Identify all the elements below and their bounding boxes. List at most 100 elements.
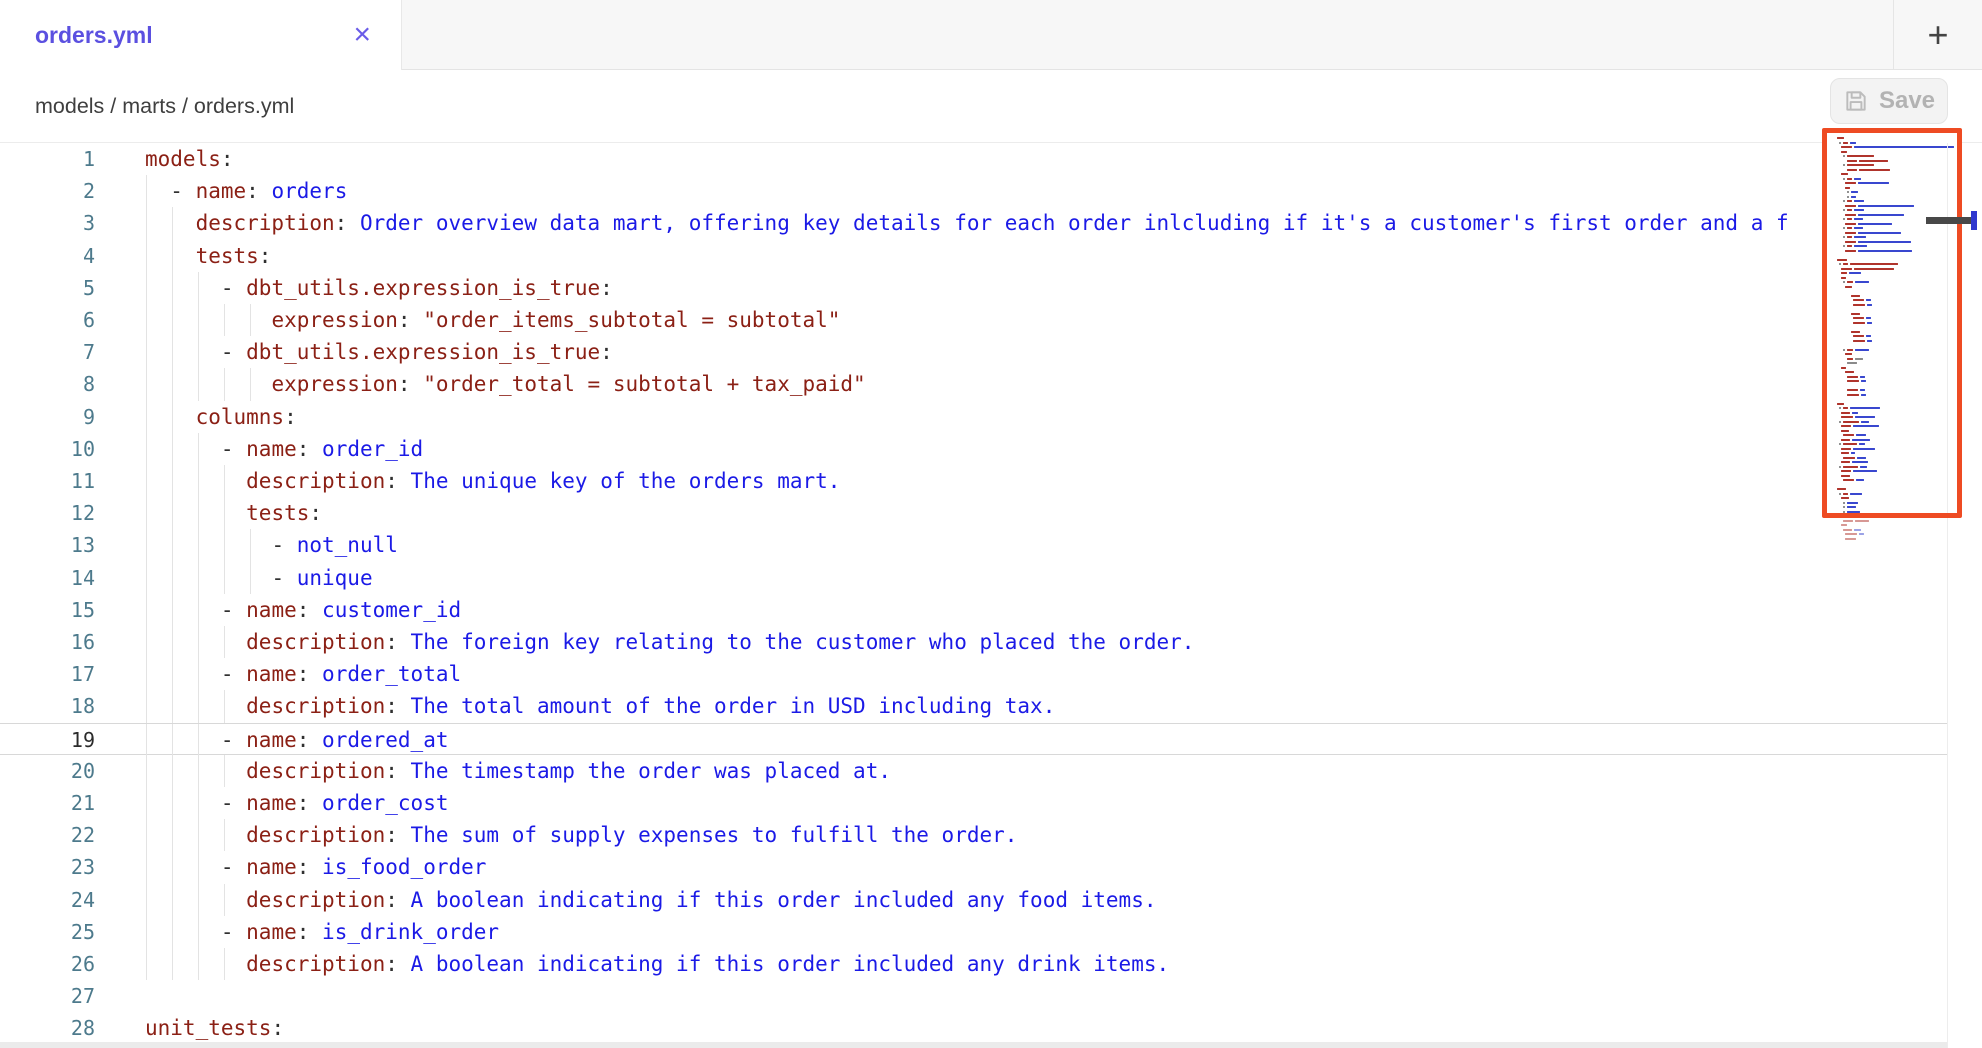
plus-icon: +: [1927, 14, 1948, 56]
code-line[interactable]: 17 - name: order_total: [0, 658, 1947, 690]
file-header-row: models / marts / orders.yml Save: [0, 70, 1982, 143]
new-tab-button[interactable]: +: [1910, 14, 1966, 56]
code-line[interactable]: 1 models:: [0, 143, 1947, 175]
code-line[interactable]: 12 tests:: [0, 497, 1947, 529]
code-line[interactable]: 7 - dbt_utils.expression_is_true:: [0, 336, 1947, 368]
code-line-text: - dbt_utils.expression_is_true:: [145, 336, 613, 368]
breadcrumb: models / marts / orders.yml: [35, 70, 294, 142]
code-line-text: description: A boolean indicating if thi…: [145, 948, 1169, 980]
line-number: 16: [0, 626, 95, 658]
code-line-text: description: A boolean indicating if thi…: [145, 884, 1157, 916]
minimap-line: [1845, 533, 1864, 535]
code-line[interactable]: 24 description: A boolean indicating if …: [0, 884, 1947, 916]
line-number: 17: [0, 658, 95, 690]
cursor-position-marker: [1926, 217, 1972, 224]
code-line[interactable]: 16 description: The foreign key relating…: [0, 626, 1947, 658]
code-line-text: - dbt_utils.expression_is_true:: [145, 272, 613, 304]
code-line[interactable]: 26 description: A boolean indicating if …: [0, 948, 1947, 980]
line-number: 5: [0, 272, 95, 304]
line-number: 25: [0, 916, 95, 948]
code-line[interactable]: 13 - not_null: [0, 529, 1947, 561]
line-number: 22: [0, 819, 95, 851]
horizontal-scrollbar[interactable]: [0, 1042, 1947, 1048]
line-number: 2: [0, 175, 95, 207]
code-line-text: columns:: [145, 401, 297, 433]
save-button[interactable]: Save: [1830, 78, 1948, 124]
line-number: 8: [0, 368, 95, 400]
code-line-text: tests:: [145, 497, 322, 529]
floppy-disk-icon: [1843, 88, 1869, 114]
code-line-text: - name: customer_id: [145, 594, 461, 626]
code-line-text: - not_null: [145, 529, 398, 561]
code-line[interactable]: 22 description: The sum of supply expens…: [0, 819, 1947, 851]
code-line-text: description: The foreign key relating to…: [145, 626, 1194, 658]
ide-window: orders.yml × + models / marts / orders.y…: [0, 0, 1982, 1048]
line-number: 20: [0, 755, 95, 787]
cursor-position-tick: [1971, 211, 1977, 230]
code-line-text: tests:: [145, 240, 271, 272]
line-number: 12: [0, 497, 95, 529]
minimap-line: [1845, 538, 1856, 540]
save-button-label: Save: [1879, 87, 1935, 115]
code-line[interactable]: 4 tests:: [0, 240, 1947, 272]
code-line-text: - name: order_id: [145, 433, 423, 465]
code-line[interactable]: 3 description: Order overview data mart,…: [0, 207, 1947, 239]
line-number: 3: [0, 207, 95, 239]
code-line[interactable]: 11 description: The unique key of the or…: [0, 465, 1947, 497]
code-line-text: description: The sum of supply expenses …: [145, 819, 1017, 851]
code-line-text: unit_tests:: [145, 1012, 284, 1044]
line-number: 18: [0, 690, 95, 722]
line-number: 26: [0, 948, 95, 980]
line-number: 4: [0, 240, 95, 272]
line-number: 23: [0, 851, 95, 883]
code-line-text: - name: is_drink_order: [145, 916, 499, 948]
code-line[interactable]: 27: [0, 980, 1947, 1012]
line-number: 21: [0, 787, 95, 819]
line-number: 1: [0, 143, 95, 175]
code-line-text: description: The timestamp the order was…: [145, 755, 891, 787]
minimap-line: [1843, 520, 1869, 522]
line-number: 27: [0, 980, 95, 1012]
code-line[interactable]: 23 - name: is_food_order: [0, 851, 1947, 883]
code-line[interactable]: 28 unit_tests:: [0, 1012, 1947, 1044]
code-line[interactable]: 18 description: The total amount of the …: [0, 690, 1947, 722]
code-line[interactable]: 15 - name: customer_id: [0, 594, 1947, 626]
code-line[interactable]: 10 - name: order_id: [0, 433, 1947, 465]
code-line-text: description: The total amount of the ord…: [145, 690, 1055, 722]
code-line-text: expression: "order_items_subtotal = subt…: [145, 304, 840, 336]
close-tab-icon[interactable]: ×: [353, 20, 371, 50]
line-number: 13: [0, 529, 95, 561]
minimap-line: [1841, 524, 1847, 526]
code-line[interactable]: 14 - unique: [0, 562, 1947, 594]
code-line[interactable]: 6 expression: "order_items_subtotal = su…: [0, 304, 1947, 336]
code-line-text: - name: is_food_order: [145, 851, 486, 883]
line-number: 19: [0, 724, 95, 756]
line-number: 9: [0, 401, 95, 433]
tab-bar: orders.yml × +: [0, 0, 1982, 70]
code-line-text: - name: order_cost: [145, 787, 448, 819]
tab-title: orders.yml: [35, 22, 153, 49]
minimap-line: [1843, 529, 1861, 531]
code-line[interactable]: 20 description: The timestamp the order …: [0, 755, 1947, 787]
line-number: 24: [0, 884, 95, 916]
code-line[interactable]: 9 columns:: [0, 401, 1947, 433]
code-line-text: - unique: [145, 562, 373, 594]
code-line-text: description: The unique key of the order…: [145, 465, 840, 497]
line-number: 7: [0, 336, 95, 368]
tab-orders-yml[interactable]: orders.yml ×: [0, 0, 402, 70]
line-number: 6: [0, 304, 95, 336]
code-area[interactable]: 1models:2 - name: orders3 description: O…: [0, 143, 1982, 1048]
code-line[interactable]: 25 - name: is_drink_order: [0, 916, 1947, 948]
line-number: 28: [0, 1012, 95, 1044]
tab-bar-divider: [1893, 0, 1894, 69]
code-line[interactable]: 8 expression: "order_total = subtotal + …: [0, 368, 1947, 400]
line-number: 14: [0, 562, 95, 594]
code-line[interactable]: 2 - name: orders: [0, 175, 1947, 207]
code-line-text: - name: ordered_at: [145, 724, 448, 756]
minimap-highlight-box: [1822, 128, 1962, 518]
code-line-text: models:: [145, 143, 234, 175]
code-line[interactable]: 21 - name: order_cost: [0, 787, 1947, 819]
code-line[interactable]: 5 - dbt_utils.expression_is_true:: [0, 272, 1947, 304]
code-line[interactable]: 19 - name: ordered_at: [0, 723, 1947, 755]
code-line-text: - name: orders: [145, 175, 347, 207]
